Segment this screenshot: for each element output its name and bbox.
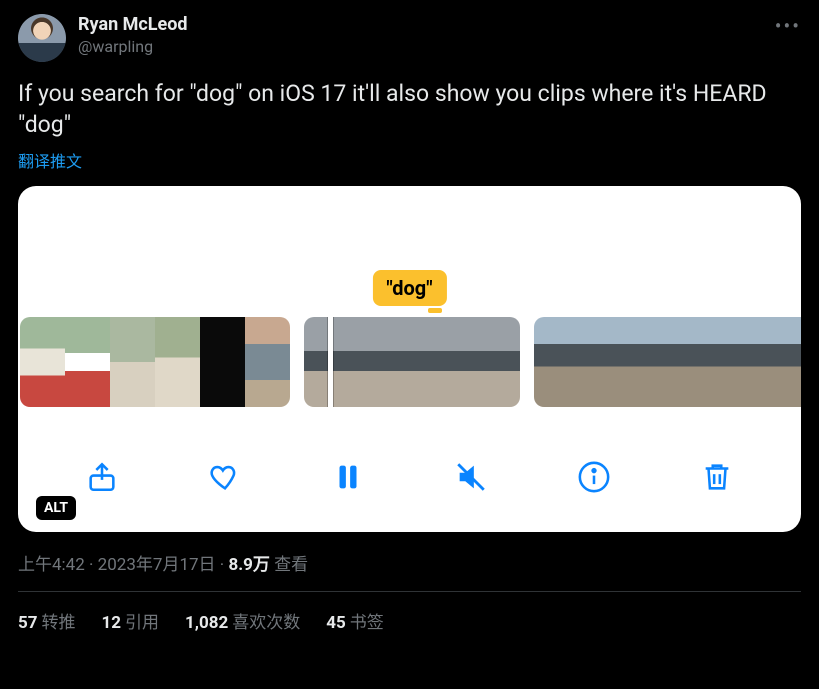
share-icon[interactable]: [85, 460, 119, 494]
info-icon[interactable]: [577, 460, 611, 494]
timeline-frame: [534, 317, 590, 407]
retweets-label: 转推: [42, 613, 76, 633]
tweet-meta: 上午4:42 · 2023年7月17日 · 8.9万 查看: [18, 550, 801, 575]
timeline-frame: [358, 317, 412, 407]
timeline-frame: [646, 317, 702, 407]
heart-icon[interactable]: [208, 460, 242, 494]
clip-strip[interactable]: [20, 317, 290, 407]
views-label: 查看: [274, 555, 308, 575]
likes-stat[interactable]: 1,082喜欢次数: [185, 608, 300, 633]
bookmarks-count: 45: [326, 613, 346, 633]
alt-badge[interactable]: ALT: [36, 496, 76, 520]
tweet-container: Ryan McLeod @warpling ••• If you search …: [0, 0, 819, 633]
mute-icon[interactable]: [454, 460, 488, 494]
timeline-frame: [65, 317, 110, 407]
tweet-text: If you search for "dog" on iOS 17 it'll …: [18, 78, 801, 140]
quotes-count: 12: [102, 613, 122, 633]
timeline-frame: [200, 317, 245, 407]
author-display-name: Ryan McLeod: [78, 14, 188, 37]
translate-link[interactable]: 翻译推文: [18, 148, 801, 172]
retweets-stat[interactable]: 57转推: [18, 608, 76, 633]
tweet-date[interactable]: 2023年7月17日: [98, 555, 216, 575]
search-keyword-tooltip: "dog": [372, 270, 446, 306]
video-timeline[interactable]: [18, 317, 801, 407]
tweet-header: Ryan McLeod @warpling •••: [18, 14, 801, 62]
timeline-frame: [590, 317, 646, 407]
retweets-count: 57: [18, 613, 38, 633]
clip-strip[interactable]: [534, 317, 801, 407]
playhead-marker: [428, 308, 442, 313]
timeline-frame: [758, 317, 801, 407]
bookmarks-stat[interactable]: 45书签: [326, 608, 384, 633]
more-options-button[interactable]: •••: [775, 14, 801, 38]
timeline-frame: [412, 317, 466, 407]
timeline-frame: [110, 317, 155, 407]
likes-count: 1,082: [185, 613, 228, 633]
avatar[interactable]: [18, 14, 66, 62]
timeline-frame: [245, 317, 290, 407]
bookmarks-label: 书签: [350, 613, 384, 633]
author-names[interactable]: Ryan McLeod @warpling: [78, 14, 188, 57]
trash-icon[interactable]: [700, 460, 734, 494]
media-toolbar: [18, 460, 801, 494]
quotes-label: 引用: [125, 613, 159, 633]
playhead[interactable]: [328, 317, 333, 407]
views-count: 8.9万: [228, 555, 269, 575]
timeline-frame: [466, 317, 520, 407]
timeline-frame: [20, 317, 65, 407]
clip-strip-active[interactable]: [304, 317, 520, 407]
pause-icon[interactable]: [331, 460, 365, 494]
likes-label: 喜欢次数: [232, 613, 300, 633]
author-username: @warpling: [78, 37, 188, 57]
timeline-frame: [702, 317, 758, 407]
tweet-time[interactable]: 上午4:42: [18, 555, 85, 575]
media-attachment[interactable]: "dog": [18, 186, 801, 532]
tweet-stats: 57转推 12引用 1,082喜欢次数 45书签: [18, 592, 801, 633]
quotes-stat[interactable]: 12引用: [102, 608, 160, 633]
timeline-frame: [155, 317, 200, 407]
